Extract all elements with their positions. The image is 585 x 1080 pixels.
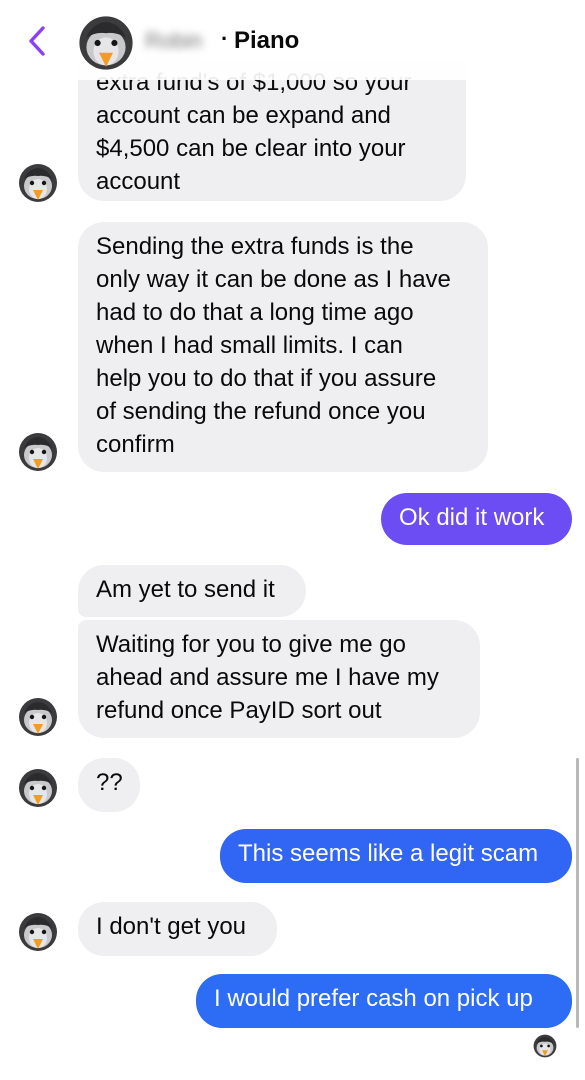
message-bubble-6[interactable]: ?? xyxy=(78,758,140,812)
message-bubble-8[interactable]: I don't get you xyxy=(78,902,277,956)
sender-avatar-icon[interactable] xyxy=(18,697,58,737)
sender-avatar-icon[interactable] xyxy=(18,163,58,203)
sender-avatar-icon[interactable] xyxy=(18,432,58,472)
sender-avatar-icon[interactable] xyxy=(18,912,58,952)
back-button[interactable] xyxy=(22,24,52,58)
message-bubble-7[interactable]: This seems like a legit scam xyxy=(220,829,572,883)
seen-avatar-icon xyxy=(533,1034,557,1058)
contact-avatar-icon[interactable] xyxy=(78,15,134,71)
contact-name[interactable]: Robin xyxy=(145,30,215,52)
message-bubble-5[interactable]: Waiting for you to give me go ahead and … xyxy=(78,620,480,738)
message-bubble-4[interactable]: Am yet to send it xyxy=(78,565,306,617)
message-bubble-3[interactable]: Ok did it work xyxy=(381,493,572,545)
title-separator: · xyxy=(221,26,229,51)
listing-title[interactable]: Piano xyxy=(234,27,299,55)
sender-avatar-icon[interactable] xyxy=(18,768,58,808)
message-bubble-9[interactable]: I would prefer cash on pick up xyxy=(196,974,572,1028)
scrollbar[interactable] xyxy=(576,758,579,1028)
chat-header: Robin · Piano xyxy=(0,0,585,80)
chevron-left-icon xyxy=(29,26,45,56)
message-bubble-2[interactable]: Sending the extra funds is the only way … xyxy=(78,222,488,472)
